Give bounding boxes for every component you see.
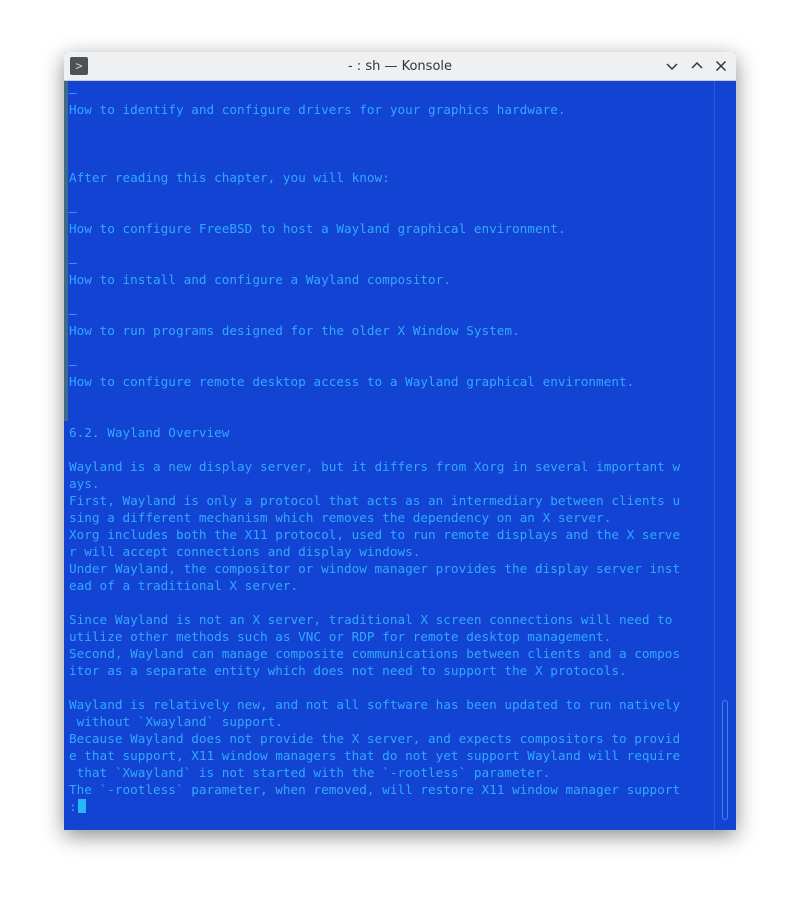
terminal-line: Xorg includes both the X11 protocol, use… — [69, 526, 711, 543]
terminal-line: The `-rootless` parameter, when removed,… — [69, 781, 711, 798]
terminal-line: : — [69, 798, 711, 815]
terminal-line: Because Wayland does not provide the X s… — [69, 730, 711, 747]
title-bar[interactable]: > - : sh — Konsole — [64, 52, 736, 81]
terminal-line-text: First, Wayland is only a protocol that a… — [69, 493, 681, 508]
terminal-line: Wayland is a new display server, but it … — [69, 458, 711, 475]
scrollbar-thumb[interactable] — [722, 700, 728, 820]
terminal-line: How to configure remote desktop access t… — [69, 373, 711, 390]
terminal-line: Wayland is relatively new, and not all s… — [69, 696, 711, 713]
terminal-line-text: without `Xwayland` support. — [69, 714, 283, 729]
terminal-line-text: Under Wayland, the compositor or window … — [69, 561, 681, 576]
terminal-line-text: – — [69, 306, 77, 321]
terminal-line: – — [69, 356, 711, 373]
terminal-line-text: How to identify and configure drivers fo… — [69, 102, 566, 117]
terminal-line: 6.2. Wayland Overview — [69, 424, 711, 441]
terminal-line: sing a different mechanism which removes… — [69, 509, 711, 526]
terminal-line-text: sing a different mechanism which removes… — [69, 510, 612, 525]
terminal-line: – — [69, 305, 711, 322]
terminal-line-text: How to configure remote desktop access t… — [69, 374, 635, 389]
terminal-line: without `Xwayland` support. — [69, 713, 711, 730]
terminal-line-text: Since Wayland is not an X server, tradit… — [69, 612, 673, 627]
terminal-line: that `Xwayland` is not started with the … — [69, 764, 711, 781]
konsole-window: > - : sh — Konsole – How to identify and … — [64, 52, 736, 830]
terminal-line-text: – — [69, 255, 77, 270]
terminal-line: Under Wayland, the compositor or window … — [69, 560, 711, 577]
terminal-line-text: How to install and configure a Wayland c… — [69, 272, 451, 287]
terminal-line-text: itor as a separate entity which does not… — [69, 663, 627, 678]
terminal-line-text: After reading this chapter, you will kno… — [69, 170, 390, 185]
terminal-output[interactable]: – How to identify and configure drivers f… — [69, 84, 711, 815]
scrollbar[interactable] — [714, 81, 736, 830]
terminal-area[interactable]: – How to identify and configure drivers f… — [64, 81, 736, 830]
terminal-line-text: 6.2. Wayland Overview — [69, 425, 230, 440]
terminal-line-text: that `Xwayland` is not started with the … — [69, 765, 551, 780]
terminal-line-text: Because Wayland does not provide the X s… — [69, 731, 681, 746]
terminal-line: After reading this chapter, you will kno… — [69, 169, 711, 186]
maximize-button[interactable] — [687, 56, 707, 76]
terminal-line: r will accept connections and display wi… — [69, 543, 711, 560]
chevron-up-icon — [691, 61, 703, 69]
terminal-line: How to run programs designed for the old… — [69, 322, 711, 339]
terminal-line: – — [69, 254, 711, 271]
terminal-line-text: Second, Wayland can manage composite com… — [69, 646, 681, 661]
terminal-line-text: How to configure FreeBSD to host a Wayla… — [69, 221, 566, 236]
terminal-line: First, Wayland is only a protocol that a… — [69, 492, 711, 509]
terminal-line-text: utilize other methods such as VNC or RDP… — [69, 629, 612, 644]
terminal-line: utilize other methods such as VNC or RDP… — [69, 628, 711, 645]
terminal-line-text: Xorg includes both the X11 protocol, use… — [69, 527, 681, 542]
terminal-line: Second, Wayland can manage composite com… — [69, 645, 711, 662]
terminal-line-text: – — [69, 85, 77, 100]
minimize-button[interactable] — [662, 56, 682, 76]
terminal-line: ays. — [69, 475, 711, 492]
terminal-line-text: ead of a traditional X server. — [69, 578, 299, 593]
terminal-line: Since Wayland is not an X server, tradit… — [69, 611, 711, 628]
terminal-line-text: Wayland is relatively new, and not all s… — [69, 697, 681, 712]
terminal-line: How to identify and configure drivers fo… — [69, 101, 711, 118]
terminal-line-text: – — [69, 204, 77, 219]
terminal-line-text: The `-rootless` parameter, when removed,… — [69, 782, 681, 797]
terminal-line-text: r will accept connections and display wi… — [69, 544, 421, 559]
terminal-line-text: : — [69, 799, 77, 814]
terminal-line-text: Wayland is a new display server, but it … — [69, 459, 681, 474]
terminal-line: ead of a traditional X server. — [69, 577, 711, 594]
terminal-line-text: e that support, X11 window managers that… — [69, 748, 681, 763]
close-button[interactable] — [711, 56, 731, 76]
terminal-line: itor as a separate entity which does not… — [69, 662, 711, 679]
terminal-line: How to configure FreeBSD to host a Wayla… — [69, 220, 711, 237]
terminal-line-text: ays. — [69, 476, 100, 491]
terminal-line-text: How to run programs designed for the old… — [69, 323, 520, 338]
terminal-line: – — [69, 203, 711, 220]
output-marker — [64, 81, 68, 421]
chevron-down-icon — [666, 63, 678, 71]
text-cursor — [77, 799, 86, 813]
close-icon — [715, 60, 727, 72]
terminal-line: – — [69, 84, 711, 101]
window-title: - : sh — Konsole — [347, 59, 453, 74]
terminal-line: How to install and configure a Wayland c… — [69, 271, 711, 288]
terminal-line: e that support, X11 window managers that… — [69, 747, 711, 764]
terminal-line-text: – — [69, 357, 77, 372]
